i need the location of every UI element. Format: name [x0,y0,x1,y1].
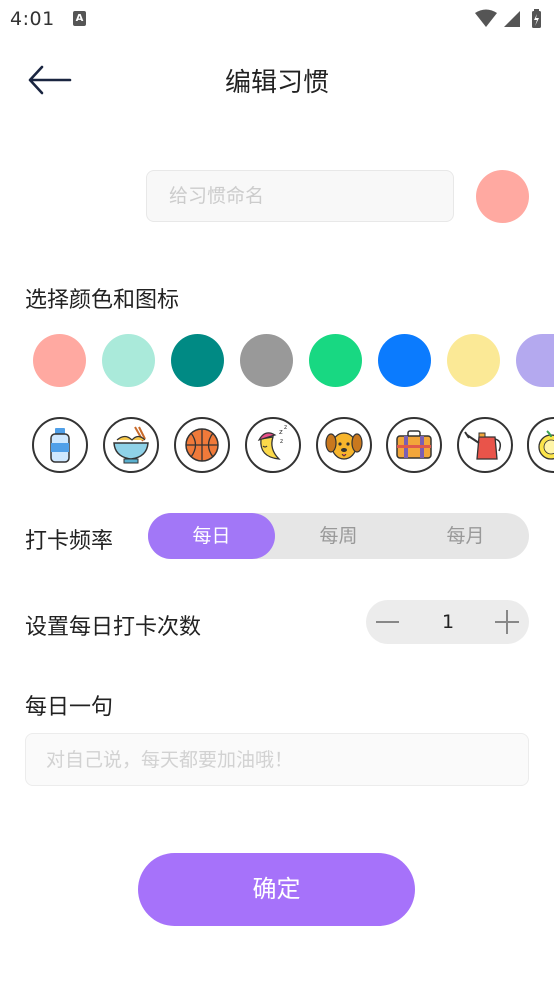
page-title: 编辑习惯 [224,68,329,98]
frequency-option-weekly[interactable]: 每周 [275,513,402,559]
daily-count-value: 1 [441,611,455,633]
frequency-selector: 每日 每周 每月 [148,513,529,559]
frequency-label: 打卡频率 [25,529,114,554]
svg-text:z: z [284,424,287,431]
selected-color-preview[interactable] [476,170,529,223]
notification-icon: A [73,11,86,26]
signal-icons [475,9,541,28]
svg-text:z: z [280,438,283,445]
color-swatch[interactable] [171,334,224,387]
color-swatch[interactable] [516,334,554,387]
dog-icon[interactable] [316,417,372,473]
confirm-button[interactable]: 确定 [138,853,415,926]
color-swatch[interactable] [240,334,293,387]
color-icon-section-label: 选择颜色和图标 [25,288,180,313]
habit-name-input[interactable] [146,170,454,222]
decrement-button[interactable] [366,600,410,644]
status-icons [474,8,548,34]
color-swatch[interactable] [309,334,362,387]
suitcase-icon[interactable] [386,417,442,473]
wifi-icon [475,9,497,27]
water-bottle-icon[interactable] [32,417,88,473]
color-swatch[interactable] [33,334,86,387]
lemon-icon[interactable] [527,417,554,473]
basketball-icon[interactable] [174,417,230,473]
daily-quote-input[interactable] [25,733,529,786]
frequency-option-monthly[interactable]: 每月 [402,513,529,559]
status-time: 4:01 [10,8,55,30]
plus-icon [495,610,519,634]
svg-text:z: z [279,428,283,436]
status-bar: 4:01 A [0,0,554,38]
color-swatch[interactable] [102,334,155,387]
daily-quote-label: 每日一句 [25,695,114,720]
watering-can-icon[interactable] [457,417,513,473]
color-swatch[interactable] [447,334,500,387]
sleeping-moon-icon[interactable]: z z z [245,417,301,473]
minus-icon [376,621,399,623]
daily-count-label: 设置每日打卡次数 [25,615,202,640]
daily-count-stepper: 1 [366,600,529,644]
color-swatch[interactable] [378,334,431,387]
frequency-option-daily[interactable]: 每日 [148,513,275,559]
increment-button[interactable] [485,600,529,644]
noodle-bowl-icon[interactable] [103,417,159,473]
cell-signal-icon [504,11,520,27]
